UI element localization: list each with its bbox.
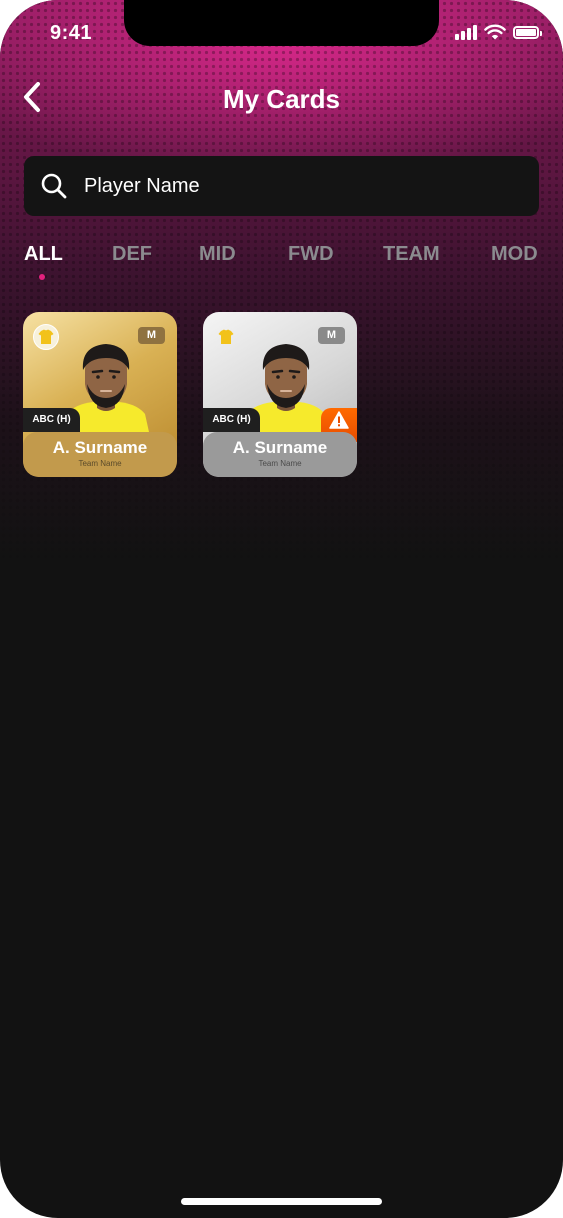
tab-mid[interactable]: MID [199, 243, 236, 266]
player-card[interactable]: M ABC (H) A. Surname Team Name [23, 312, 177, 477]
tab-fwd[interactable]: FWD [288, 243, 334, 266]
position-tabs: ALL DEF MID FWD TEAM MOD [0, 243, 563, 283]
card-name-strip: A. Surname Team Name [23, 432, 177, 477]
cellular-signal-icon [455, 24, 477, 40]
page-title: My Cards [222, 84, 341, 114]
tab-all[interactable]: ALL [24, 243, 63, 266]
fixture-label: ABC (H) [203, 408, 260, 432]
search-input[interactable] [82, 173, 506, 199]
wifi-icon [484, 24, 506, 40]
team-shirt-icon [218, 329, 234, 344]
phone-screen: 9:41 My Cards ALL DEF MID FWD TEAM MOD [0, 0, 563, 1218]
tab-team[interactable]: TEAM [383, 243, 440, 266]
tab-def[interactable]: DEF [112, 243, 152, 266]
fixture-label: ABC (H) [23, 408, 80, 432]
team-shirt-icon [33, 324, 59, 350]
device-notch [124, 0, 439, 46]
team-name: Team Name [258, 459, 302, 468]
battery-icon [513, 25, 542, 39]
player-name: A. Surname [52, 438, 148, 457]
player-name: A. Surname [232, 438, 328, 457]
search-bar[interactable] [24, 156, 539, 216]
home-indicator[interactable] [181, 1198, 382, 1205]
search-icon [41, 173, 67, 199]
active-tab-indicator [39, 274, 45, 280]
player-card[interactable]: M ABC (H) A. Surname Team Name [203, 312, 357, 477]
status-icons [455, 24, 542, 40]
card-name-strip: A. Surname Team Name [203, 432, 357, 477]
tab-mod[interactable]: MOD [491, 243, 538, 266]
status-time: 9:41 [50, 22, 93, 44]
team-name: Team Name [78, 459, 122, 468]
